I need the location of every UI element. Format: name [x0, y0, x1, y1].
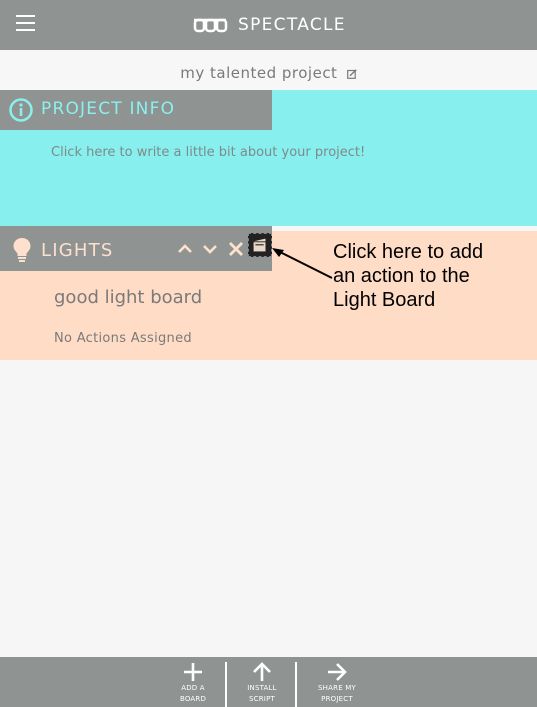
arrow-right-icon[interactable] [326, 661, 348, 683]
callout-line: Click here to add [333, 241, 484, 263]
project-info-board: PROJECT INFO Click here to write a littl… [0, 90, 537, 226]
add-board-label[interactable]: ADD A [158, 683, 228, 694]
edit-icon[interactable] [346, 69, 357, 79]
menu-icon[interactable] [16, 15, 35, 35]
install-script-button[interactable]: INSTALL SCRIPT [227, 661, 297, 705]
install-script-label[interactable]: SCRIPT [227, 694, 297, 705]
project-info-title: PROJECT INFO [41, 99, 176, 119]
arrow-up-icon[interactable] [251, 661, 273, 683]
project-title-row[interactable]: my talented project [0, 50, 537, 90]
project-info-header: PROJECT INFO [0, 90, 272, 130]
add-board-label[interactable]: BOARD [158, 694, 228, 705]
light-board-name[interactable]: good light board [54, 287, 202, 308]
chevron-down-icon[interactable] [202, 241, 218, 257]
share-project-button[interactable]: SHARE MY PROJECT [302, 661, 372, 705]
bottom-bar: ADD A BOARD INSTALL SCRIPT SHARE MY PROJ… [0, 657, 537, 707]
info-icon [9, 98, 33, 122]
glasses-logo-icon [193, 18, 228, 33]
callout-line: an action to the [333, 265, 470, 287]
lights-header: LIGHTS [0, 226, 272, 271]
callout-text: Click here to add an action to the Light… [333, 240, 523, 312]
top-bar: SPECTACLE [0, 0, 537, 50]
plus-icon[interactable] [182, 661, 204, 683]
divider [295, 662, 297, 707]
close-icon[interactable] [228, 241, 244, 257]
app-name: SPECTACLE [238, 15, 346, 35]
app-brand: SPECTACLE [192, 15, 346, 35]
actions-status: No Actions Assigned [54, 331, 192, 346]
callout-arrow [272, 248, 333, 279]
install-script-label[interactable]: INSTALL [227, 683, 297, 694]
chevron-up-icon[interactable] [177, 241, 193, 257]
share-project-label[interactable]: PROJECT [302, 694, 372, 705]
callout-line: Light Board [333, 289, 436, 311]
share-project-label[interactable]: SHARE MY [302, 683, 372, 694]
lights-title: LIGHTS [41, 240, 114, 261]
add-board-button[interactable]: ADD A BOARD [158, 661, 228, 705]
project-description-prompt[interactable]: Click here to write a little bit about y… [51, 145, 365, 160]
project-title[interactable]: my talented project [180, 64, 337, 82]
lightbulb-icon [13, 238, 31, 262]
